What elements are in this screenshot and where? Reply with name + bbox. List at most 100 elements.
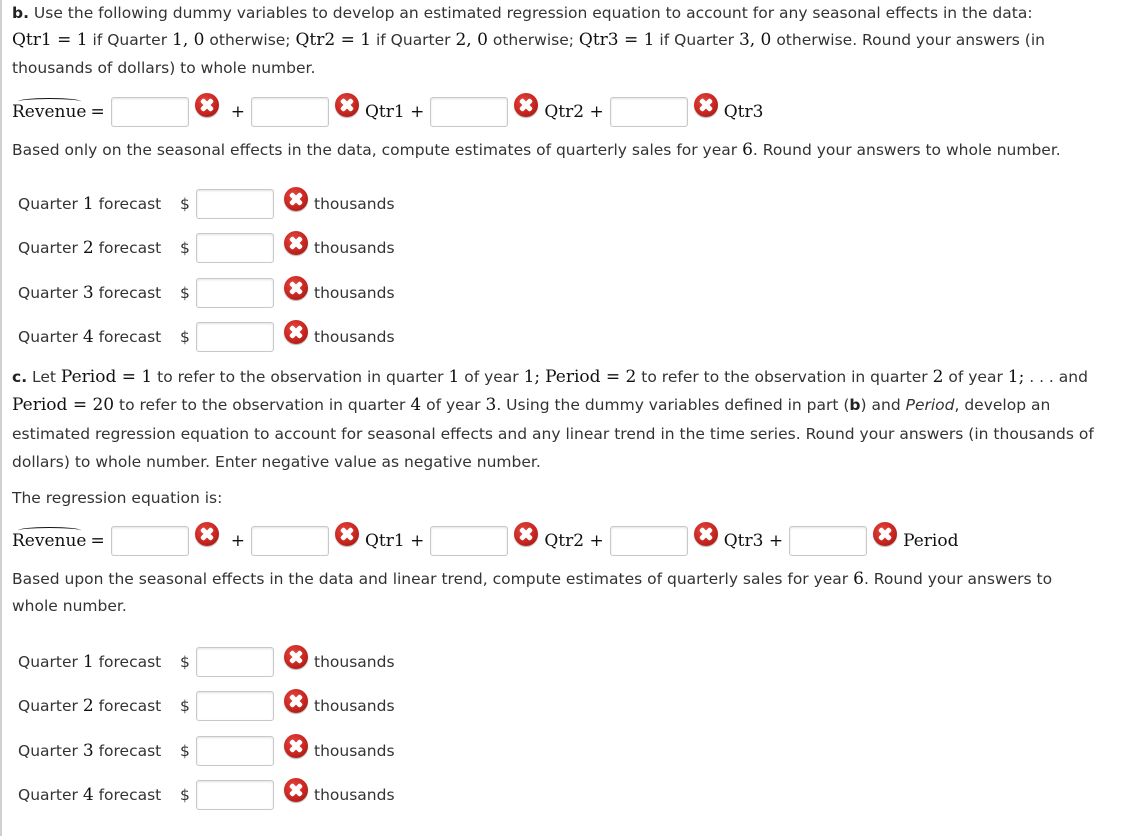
- plus-sign: +: [230, 102, 245, 122]
- def-text: if Quarter: [87, 31, 173, 49]
- forecast-label: Quarter 4 forecast: [18, 327, 162, 347]
- term-qtr2: Qtr2 +: [544, 531, 604, 551]
- incorrect-icon: [873, 522, 898, 546]
- part-c-forecast-intro: Based upon the seasonal effects in the d…: [12, 569, 1053, 589]
- b-q2-forecast-input[interactable]: [196, 233, 274, 263]
- incorrect-icon: [693, 522, 718, 546]
- b-intercept-input[interactable]: [110, 97, 189, 127]
- b-q4-forecast-input[interactable]: [196, 322, 274, 352]
- b-q3-forecast-input[interactable]: [196, 278, 274, 308]
- part-b-forecast-intro: Based only on the seasonal effects in th…: [12, 140, 1061, 160]
- unit-label: thousands: [314, 328, 395, 346]
- currency-symbol: $: [180, 786, 190, 804]
- b-forecast-row-q3: Quarter 3 forecast $ thousands: [18, 276, 395, 308]
- incorrect-icon: [284, 778, 308, 802]
- c-qtr2-coef-input[interactable]: [430, 526, 509, 556]
- unit-label: thousands: [314, 742, 395, 760]
- forecast-label: Quarter 3 forecast: [18, 741, 162, 761]
- term-qtr3: Qtr3: [723, 102, 764, 122]
- math-num: 2, 0: [455, 30, 488, 50]
- part-b-equation: Revenue = + Qtr1 + Qtr2 + Qtr3: [12, 93, 764, 129]
- part-b-label: b.: [12, 4, 29, 22]
- def-text: otherwise;: [204, 31, 296, 49]
- c-intercept-input[interactable]: [110, 526, 189, 556]
- regression-equation-label: The regression equation is:: [12, 489, 223, 507]
- forecast-intro-text: Based only on the seasonal effects in th…: [12, 141, 743, 159]
- equals-sign: =: [90, 531, 105, 551]
- term-period: Period: [903, 531, 959, 551]
- equals-sign: =: [90, 102, 105, 122]
- incorrect-icon: [693, 93, 718, 117]
- unit-label: thousands: [314, 786, 395, 804]
- currency-symbol: $: [180, 284, 190, 302]
- c-q1-forecast-input[interactable]: [196, 647, 274, 677]
- part-b-intro-end: thousands of dollars) to whole number.: [12, 59, 316, 77]
- forecast-label: Quarter 1 forecast: [18, 194, 162, 214]
- currency-symbol: $: [180, 697, 190, 715]
- b-qtr3-coef-input[interactable]: [609, 97, 688, 127]
- c-forecast-row-q2: Quarter 2 forecast $ thousands: [18, 689, 395, 721]
- plus-sign: +: [230, 531, 245, 551]
- part-c-equation: Revenue = + Qtr1 + Qtr2 + Qtr3 + Period: [12, 522, 959, 558]
- b-q1-forecast-input[interactable]: [196, 189, 274, 219]
- unit-label: thousands: [314, 195, 395, 213]
- def-text: if Quarter: [654, 31, 739, 49]
- b-forecast-row-q1: Quarter 1 forecast $ thousands: [18, 187, 395, 219]
- part-c-line-3: estimated regression equation to account…: [12, 425, 1094, 443]
- incorrect-icon: [514, 522, 539, 546]
- forecast-label: Quarter 2 forecast: [18, 238, 162, 258]
- math-qtr1-def: Qtr1 = 1: [12, 30, 88, 50]
- c-q3-forecast-input[interactable]: [196, 736, 274, 766]
- c-period-coef-input[interactable]: [789, 526, 868, 556]
- incorrect-icon: [284, 734, 308, 758]
- part-c-line-4: dollars) to whole number. Enter negative…: [12, 453, 541, 471]
- part-c-forecast-intro-end: whole number.: [12, 597, 127, 615]
- currency-symbol: $: [180, 653, 190, 671]
- c-forecast-row-q4: Quarter 4 forecast $ thousands: [18, 778, 395, 810]
- unit-label: thousands: [314, 284, 395, 302]
- term-qtr1: Qtr1 +: [364, 531, 425, 551]
- question-panel: b. Use the following dummy variables to …: [0, 0, 1142, 836]
- incorrect-icon: [284, 689, 308, 713]
- b-qtr2-coef-input[interactable]: [430, 97, 509, 127]
- forecast-label: Quarter 2 forecast: [18, 696, 162, 716]
- forecast-label: Quarter 1 forecast: [18, 652, 162, 672]
- incorrect-icon: [334, 522, 359, 546]
- c-qtr3-coef-input[interactable]: [609, 526, 688, 556]
- part-c-line-1: c. Let Period = 1 to refer to the observ…: [12, 367, 1088, 387]
- forecast-label: Quarter 3 forecast: [18, 283, 162, 303]
- part-b-intro: b. Use the following dummy variables to …: [12, 4, 1033, 22]
- currency-symbol: $: [180, 742, 190, 760]
- math-qtr3-def: Qtr3 = 1: [578, 30, 655, 50]
- incorrect-icon: [334, 93, 359, 117]
- incorrect-icon: [284, 320, 308, 344]
- def-text: otherwise;: [487, 31, 579, 49]
- unit-label: thousands: [314, 697, 395, 715]
- incorrect-icon: [284, 187, 308, 211]
- c-forecast-row-q1: Quarter 1 forecast $ thousands: [18, 645, 395, 677]
- part-c-line-2: Period = 20 to refer to the observation …: [12, 395, 1051, 415]
- c-qtr1-coef-input[interactable]: [250, 526, 329, 556]
- c-q4-forecast-input[interactable]: [196, 780, 274, 810]
- b-qtr1-coef-input[interactable]: [250, 97, 329, 127]
- b-forecast-row-q4: Quarter 4 forecast $ thousands: [18, 320, 395, 352]
- def-text: if Quarter: [371, 31, 456, 49]
- incorrect-icon: [284, 231, 308, 255]
- forecast-intro-text: . Round your answers to whole number.: [752, 141, 1061, 159]
- currency-symbol: $: [180, 195, 190, 213]
- incorrect-icon: [514, 93, 539, 117]
- math-num: 1, 0: [172, 30, 205, 50]
- unit-label: thousands: [314, 653, 395, 671]
- incorrect-icon: [194, 93, 219, 117]
- part-c-label: c.: [12, 368, 28, 386]
- incorrect-icon: [194, 522, 219, 546]
- forecast-label: Quarter 4 forecast: [18, 785, 162, 805]
- term-qtr3: Qtr3 +: [723, 531, 784, 551]
- revenue-hat-label: Revenue: [12, 98, 87, 122]
- c-q2-forecast-input[interactable]: [196, 691, 274, 721]
- incorrect-icon: [284, 276, 308, 300]
- term-qtr1: Qtr1 +: [364, 102, 425, 122]
- term-qtr2: Qtr2 +: [544, 102, 604, 122]
- forecast-year: 6: [742, 140, 753, 160]
- part-b-intro-text: Use the following dummy variables to dev…: [28, 4, 1033, 22]
